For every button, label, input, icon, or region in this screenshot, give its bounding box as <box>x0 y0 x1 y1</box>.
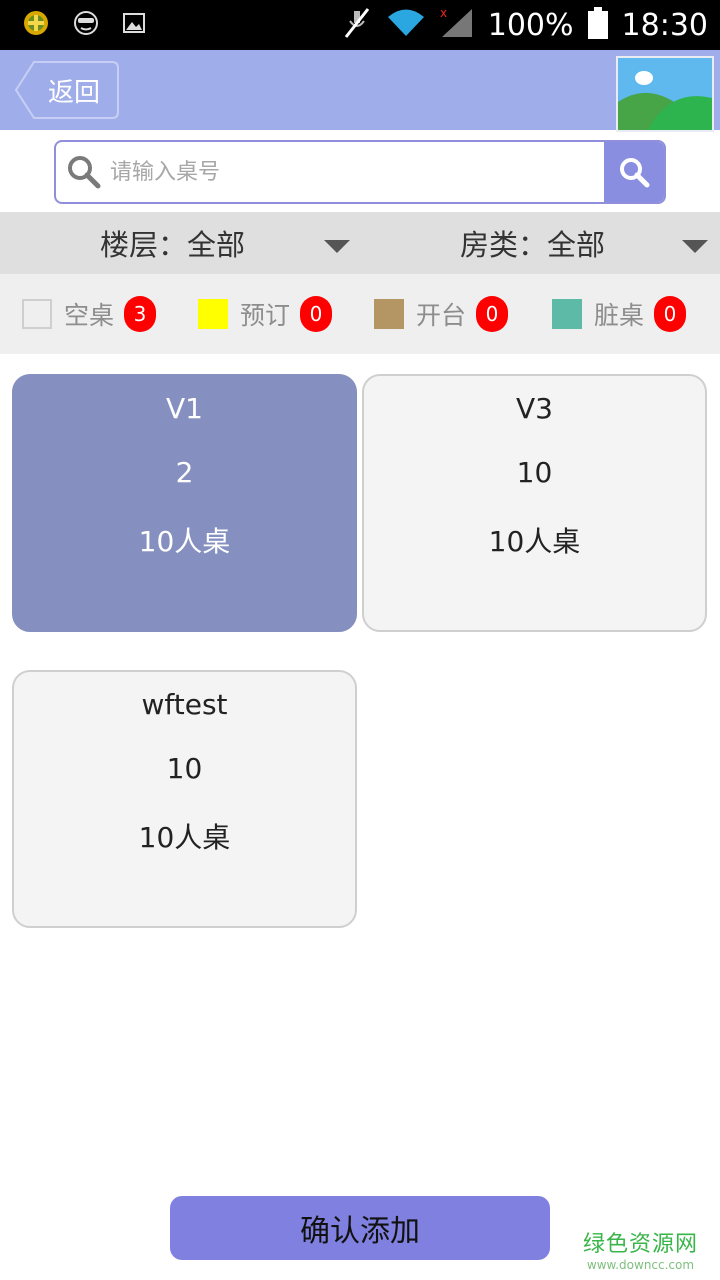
table-card-v1[interactable]: V1 2 10人桌 <box>12 374 357 632</box>
count-badge: 0 <box>476 296 509 332</box>
table-type: 10人桌 <box>138 525 231 558</box>
dropdown-arrow-icon <box>324 240 350 253</box>
image-icon <box>122 11 146 39</box>
table-guest-count: 10 <box>516 456 553 489</box>
floor-filter-label: 楼层：全部 <box>100 228 246 262</box>
search-box <box>54 140 666 204</box>
floor-filter-dropdown[interactable]: 楼层：全部 <box>100 212 350 274</box>
legend-label: 开台 <box>416 301 467 330</box>
watermark-cn: 绿色资源网 <box>582 1232 698 1257</box>
confirm-add-button[interactable]: 确认添加 <box>170 1196 550 1260</box>
legend-label: 空桌 <box>64 301 115 330</box>
battery-icon <box>587 7 608 43</box>
legend-item-dirty[interactable]: 脏桌 0 <box>552 274 687 354</box>
search-button[interactable] <box>604 142 664 202</box>
empty-swatch <box>22 299 52 329</box>
svg-text:x: x <box>440 7 447 20</box>
legend-item-open[interactable]: 开台 0 <box>374 274 509 354</box>
table-type: 10人桌 <box>488 525 581 558</box>
table-name: V3 <box>516 392 553 425</box>
count-badge: 3 <box>124 296 157 332</box>
battery-percent: 100% <box>487 7 574 43</box>
reserved-swatch <box>198 299 228 329</box>
status-legend: 空桌 3 预订 0 开台 0 脏桌 0 <box>0 274 720 354</box>
app-badge-icon <box>22 9 50 41</box>
count-badge: 0 <box>654 296 687 332</box>
table-name: V1 <box>166 392 203 425</box>
face-icon <box>72 9 100 41</box>
legend-item-empty[interactable]: 空桌 3 <box>22 274 157 354</box>
dropdown-arrow-icon <box>682 240 708 253</box>
landscape-image-icon <box>618 58 712 130</box>
count-badge: 0 <box>300 296 333 332</box>
mute-icon <box>342 7 372 43</box>
legend-item-reserved[interactable]: 预订 0 <box>198 274 333 354</box>
dirty-swatch <box>552 299 582 329</box>
wifi-icon <box>386 8 426 42</box>
room-type-filter-label: 房类：全部 <box>460 228 606 262</box>
back-label: 返回 <box>48 78 101 108</box>
table-card-wftest[interactable]: wftest 10 10人桌 <box>12 670 357 928</box>
table-card-v3[interactable]: V3 10 10人桌 <box>362 374 707 632</box>
title-bar: 返回 <box>0 50 720 132</box>
watermark: 绿色资源网 www.downcc.com <box>583 1226 698 1272</box>
table-guest-count: 2 <box>175 456 194 489</box>
open-swatch <box>374 299 404 329</box>
search-button-icon <box>620 158 650 188</box>
table-type: 10人桌 <box>138 821 231 854</box>
filter-bar: 楼层：全部 房类：全部 <box>0 212 720 274</box>
legend-label: 预订 <box>240 301 291 330</box>
app-icon[interactable] <box>616 56 714 132</box>
back-button[interactable]: 返回 <box>14 60 120 120</box>
signal-icon: x <box>440 6 474 43</box>
table-guest-count: 10 <box>166 752 203 785</box>
clock: 18:30 <box>621 7 708 43</box>
room-type-filter-dropdown[interactable]: 房类：全部 <box>460 212 708 274</box>
watermark-en: www.downcc.com <box>586 1258 695 1272</box>
table-name: wftest <box>141 688 228 721</box>
status-bar: x 100% 18:30 <box>0 0 720 50</box>
search-icon <box>66 154 102 194</box>
table-number-input[interactable] <box>110 142 600 202</box>
legend-label: 脏桌 <box>594 301 645 330</box>
system-icons: x 100% 18:30 <box>342 0 708 50</box>
notification-icons <box>22 10 146 40</box>
